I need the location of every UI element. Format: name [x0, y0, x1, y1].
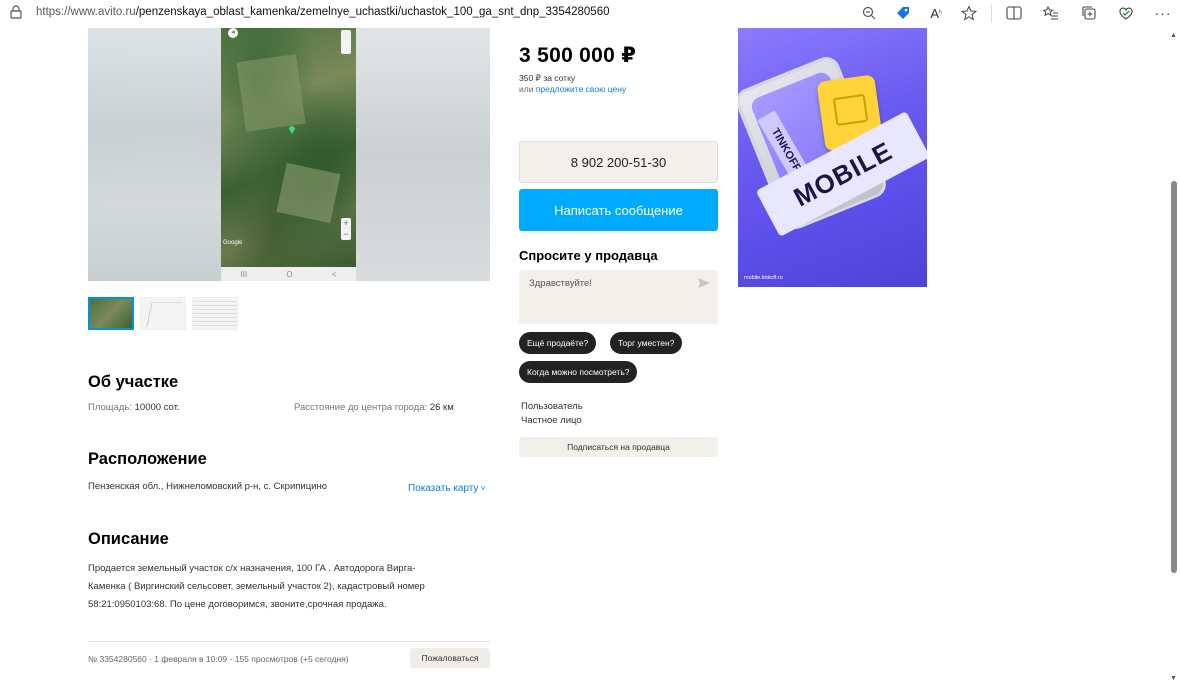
- thumbnail-1[interactable]: [88, 297, 134, 330]
- report-button[interactable]: Пожаловаться: [410, 648, 490, 668]
- scroll-up-arrow-icon[interactable]: ▲: [1170, 32, 1177, 39]
- map-field: [276, 162, 341, 224]
- map-layers-control: [341, 30, 351, 54]
- address-text: Пензенская обл., Нижнеломовский р-н, с. …: [88, 481, 327, 492]
- quick-question-viewing[interactable]: Когда можно посмотреть?: [519, 361, 638, 383]
- about-title: Об участке: [88, 373, 179, 391]
- description-line: Продается земельный участок с/х назначен…: [88, 563, 416, 574]
- nav-home: O: [286, 269, 293, 279]
- show-map-label: Показать карту: [408, 483, 479, 494]
- gallery-blur-right: [356, 28, 490, 281]
- page-scrollbar[interactable]: ▲ ▼: [1168, 26, 1180, 684]
- price-value: 3 500 000 ₽: [519, 44, 637, 67]
- description-line: 58:21:0950103:68. По цене договоримся, з…: [88, 599, 387, 610]
- area-info: Площадь: 10000 сот.: [88, 402, 180, 413]
- ask-seller-input[interactable]: Здравствуйте!: [519, 270, 718, 324]
- browser-address-bar: https://www.avito.ru/penzenskaya_oblast_…: [0, 0, 1180, 26]
- ask-seller-text: Здравствуйте!: [529, 278, 592, 289]
- show-map-link[interactable]: Показать карту ˅: [408, 483, 485, 494]
- favorites-list-icon[interactable]: [1041, 3, 1061, 23]
- url-text[interactable]: https://www.avito.ru/penzenskaya_oblast_…: [36, 6, 610, 18]
- distance-info: Расстояние до центра города: 26 км: [294, 402, 454, 413]
- area-label: Площадь:: [88, 402, 135, 413]
- ad-banner[interactable]: TINKOFF MOBILE mobile.tinkoff.ru: [738, 28, 927, 287]
- map-pin-icon: [289, 126, 295, 134]
- nav-recent: III: [240, 269, 248, 279]
- map-zoom-control: + −: [341, 218, 351, 240]
- seller-info: Пользователь Частное лицо: [521, 400, 583, 428]
- gallery-blur-left: [88, 28, 221, 281]
- offer-price-line: или предложите свою цену: [519, 84, 626, 94]
- ad-domain: mobile.tinkoff.ru: [744, 275, 783, 281]
- ask-seller-title: Спросите у продавца: [519, 248, 658, 263]
- map-phone-navbar: III O <: [221, 267, 356, 281]
- quick-question-still-selling[interactable]: Ещё продаёте?: [519, 332, 597, 354]
- quick-question-bargain[interactable]: Торг уместен?: [610, 332, 683, 354]
- photo-gallery-main[interactable]: III O < ◂ + − Google: [88, 28, 490, 281]
- seller-type: Частное лицо: [521, 415, 582, 426]
- browser-essentials-icon[interactable]: [1116, 3, 1136, 23]
- subscribe-seller-button[interactable]: Подписаться на продавца: [519, 437, 718, 457]
- map-zoom-out: −: [343, 229, 349, 239]
- footer-divider: [88, 641, 490, 642]
- listing-page: III O < ◂ + − Google Об участке Площадь:…: [0, 26, 1168, 684]
- map-compass-icon: ◂: [228, 28, 238, 38]
- distance-value: 26 км: [429, 402, 454, 413]
- toolbar-divider: [991, 4, 992, 22]
- offer-prefix: или: [519, 84, 536, 94]
- distance-label: Расстояние до центра города:: [294, 402, 430, 413]
- show-phone-button[interactable]: 8 902 200-51-30: [519, 141, 718, 183]
- map-field: [236, 54, 306, 132]
- split-screen-icon[interactable]: [1004, 3, 1024, 23]
- send-icon[interactable]: [698, 278, 710, 288]
- chevron-down-icon: ˅: [478, 484, 486, 493]
- offer-price-link[interactable]: предложите свою цену: [536, 84, 626, 94]
- listing-meta: № 3354280560 · 1 февраля в 10:09 · 155 п…: [88, 654, 349, 664]
- nav-back: <: [331, 269, 337, 279]
- seller-name[interactable]: Пользователь: [521, 400, 583, 414]
- favorite-star-icon[interactable]: [959, 3, 979, 23]
- description-text: Продается земельный участок с/х назначен…: [88, 560, 488, 614]
- more-icon[interactable]: ···: [1153, 3, 1173, 23]
- area-value: 10000 сот.: [134, 402, 180, 413]
- price-per-unit: 350 ₽ за сотку: [519, 73, 576, 83]
- google-watermark: Google: [223, 240, 243, 246]
- site-info-icon[interactable]: [10, 5, 22, 19]
- gallery-thumbnails: [88, 297, 238, 330]
- thumbnail-3[interactable]: [192, 297, 238, 330]
- write-message-button[interactable]: Написать сообщение: [519, 189, 718, 231]
- url-prefix: https://www.avito.ru: [36, 6, 136, 18]
- zoom-out-icon[interactable]: [859, 3, 879, 23]
- scroll-down-arrow-icon[interactable]: ▼: [1170, 675, 1177, 682]
- location-title: Расположение: [88, 450, 207, 468]
- scrollbar-thumb[interactable]: [1171, 181, 1177, 573]
- tag-icon[interactable]: [893, 3, 913, 23]
- map-zoom-in: +: [343, 218, 349, 228]
- collections-icon[interactable]: [1079, 3, 1099, 23]
- thumbnail-2[interactable]: [140, 297, 186, 330]
- description-title: Описание: [88, 530, 169, 548]
- read-aloud-icon[interactable]: Aʰ: [926, 3, 946, 23]
- description-line: Каменка ( Виргинский сельсовет, земельны…: [88, 581, 425, 592]
- url-path: /penzenskaya_oblast_kamenka/zemelnye_uch…: [135, 6, 610, 18]
